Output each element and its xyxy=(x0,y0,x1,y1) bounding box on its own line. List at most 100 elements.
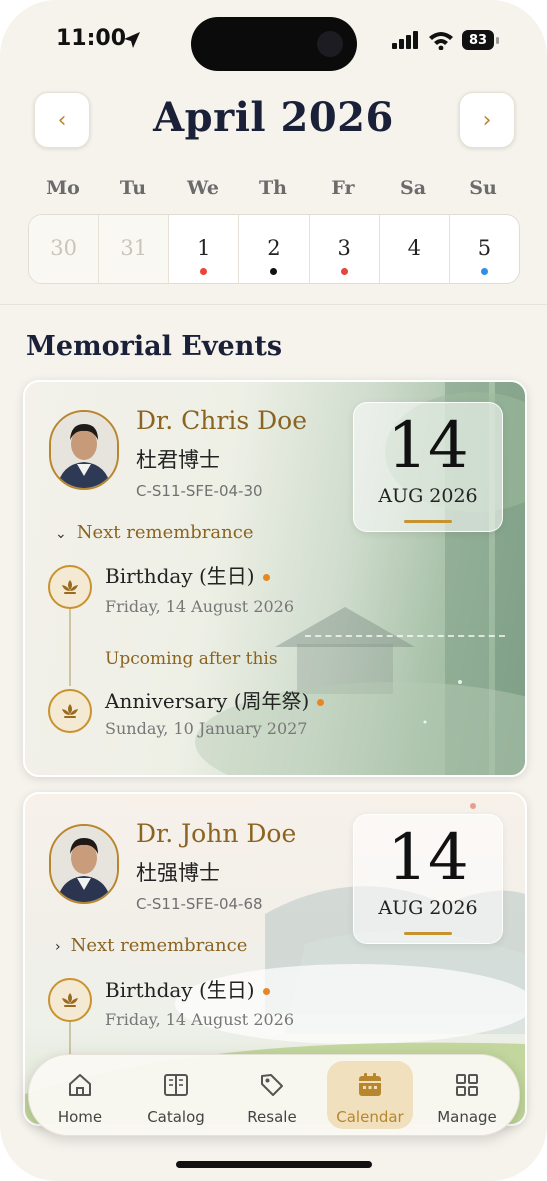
prev-month-button[interactable]: ‹ xyxy=(34,92,90,148)
event-title: Anniversary (周年祭) xyxy=(105,685,325,714)
date-underline xyxy=(404,932,452,935)
event-date: Friday, 14 August 2026 xyxy=(105,1010,295,1029)
tab-label: Calendar xyxy=(336,1108,404,1126)
month-title: April 2026 xyxy=(153,94,394,141)
event-dot xyxy=(480,268,488,275)
next-remembrance-label: Next remembrance xyxy=(70,935,248,956)
weekday-label: Su xyxy=(469,177,497,199)
person-portrait-icon xyxy=(51,412,117,488)
day-cell[interactable]: 3 xyxy=(310,215,380,283)
tab-label: Manage xyxy=(437,1108,497,1126)
calendar-icon xyxy=(359,1073,381,1096)
grid-icon xyxy=(456,1074,478,1096)
weekday-label: Fr xyxy=(331,177,355,199)
deceased-name: Dr. John Doe xyxy=(136,819,297,848)
day-number: 5 xyxy=(477,236,492,260)
book-icon xyxy=(164,1074,188,1096)
status-time: 11:00 xyxy=(56,26,127,51)
niche-code: C-S11-SFE-04-68 xyxy=(136,895,263,913)
cellular-signal-icon xyxy=(392,31,418,49)
avatar xyxy=(49,824,119,904)
timeline-line xyxy=(69,1018,71,1058)
next-remembrance-toggle[interactable]: ⌄ Next remembrance xyxy=(55,522,253,543)
tab-home[interactable]: Home xyxy=(37,1061,123,1129)
day-cell[interactable]: 30 xyxy=(29,215,100,283)
day-number: 2 xyxy=(267,236,281,260)
event-dot xyxy=(317,699,325,706)
date-month: AUG 2026 xyxy=(378,897,478,919)
chevron-right-icon: › xyxy=(482,107,492,133)
battery-tip xyxy=(496,37,499,44)
weekday-label: Th xyxy=(259,177,287,199)
day-number: 4 xyxy=(407,236,421,260)
lotus-icon xyxy=(48,978,92,1022)
person-portrait-icon xyxy=(51,826,117,902)
day-cell[interactable]: 2 xyxy=(239,215,310,283)
tab-catalog[interactable]: Catalog xyxy=(133,1061,219,1129)
tag-icon xyxy=(261,1074,283,1096)
day-cell[interactable]: 31 xyxy=(99,215,170,283)
event-title-text: Anniversary (周年祭) xyxy=(105,689,310,713)
date-underline xyxy=(404,520,452,523)
event-title-text: Birthday (生日) xyxy=(105,978,255,1002)
tab-label: Catalog xyxy=(147,1108,205,1126)
divider xyxy=(305,635,505,637)
day-cell[interactable]: 4 xyxy=(380,215,450,283)
deceased-chinese-name: 杜君博士 xyxy=(136,448,220,472)
event-dot xyxy=(270,268,278,275)
memorial-card[interactable]: Dr. Chris Doe 杜君博士 C-S11-SFE-04-30 14 AU… xyxy=(23,380,527,777)
location-arrow-icon xyxy=(124,32,140,48)
weekday-label: We xyxy=(187,177,219,199)
event-date-badge: 14 AUG 2026 xyxy=(353,814,503,944)
event-dot xyxy=(262,574,270,581)
tab-resale[interactable]: Resale xyxy=(229,1061,315,1129)
wifi-icon xyxy=(429,32,453,50)
event-dot xyxy=(262,988,270,995)
chevron-down-icon: ⌄ xyxy=(55,526,67,542)
home-indicator[interactable] xyxy=(176,1161,372,1168)
battery-icon: 83 xyxy=(462,30,494,50)
dynamic-island xyxy=(191,17,357,71)
event-dot xyxy=(200,268,208,275)
event-title: Birthday (生日) xyxy=(105,560,270,589)
status-bar: 11:00 83 xyxy=(0,0,547,80)
event-title-text: Birthday (生日) xyxy=(105,564,255,588)
section-title: Memorial Events xyxy=(26,331,283,362)
day-cell[interactable]: 5 xyxy=(450,215,519,283)
tab-manage[interactable]: Manage xyxy=(424,1061,510,1129)
home-icon xyxy=(69,1074,91,1096)
deceased-name: Dr. Chris Doe xyxy=(136,406,307,435)
event-date: Sunday, 10 January 2027 xyxy=(105,719,308,738)
lotus-icon xyxy=(48,565,92,609)
week-strip: 30 31 1 2 3 4 5 xyxy=(28,214,520,284)
date-day: 14 xyxy=(387,821,469,895)
next-remembrance-toggle[interactable]: › Next remembrance xyxy=(55,935,247,956)
tab-label: Home xyxy=(57,1108,103,1126)
lotus-icon xyxy=(48,689,92,733)
avatar xyxy=(49,410,119,490)
event-dot xyxy=(340,268,348,275)
chevron-right-icon: › xyxy=(55,939,61,955)
camera-icon xyxy=(317,31,343,57)
tab-calendar[interactable]: Calendar xyxy=(327,1061,413,1129)
date-month: AUG 2026 xyxy=(378,485,478,507)
next-month-button[interactable]: › xyxy=(459,92,515,148)
next-remembrance-label: Next remembrance xyxy=(76,522,254,543)
event-date: Friday, 14 August 2026 xyxy=(105,597,295,616)
tab-bar: Home Catalog Resale Calendar Manage xyxy=(28,1054,520,1136)
niche-code: C-S11-SFE-04-30 xyxy=(136,482,263,500)
day-cell[interactable]: 1 xyxy=(169,215,240,283)
day-number: 1 xyxy=(197,236,211,260)
event-title: Birthday (生日) xyxy=(105,974,270,1003)
divider xyxy=(0,304,547,305)
event-date-badge: 14 AUG 2026 xyxy=(353,402,503,532)
day-number: 31 xyxy=(120,236,148,260)
deceased-chinese-name: 杜强博士 xyxy=(136,861,220,885)
weekday-label: Sa xyxy=(399,177,427,199)
date-day: 14 xyxy=(387,409,469,483)
weekday-label: Tu xyxy=(119,177,147,199)
day-number: 30 xyxy=(50,236,77,260)
chevron-left-icon: ‹ xyxy=(57,107,67,133)
upcoming-label: Upcoming after this xyxy=(105,649,278,669)
tab-label: Resale xyxy=(247,1108,297,1126)
